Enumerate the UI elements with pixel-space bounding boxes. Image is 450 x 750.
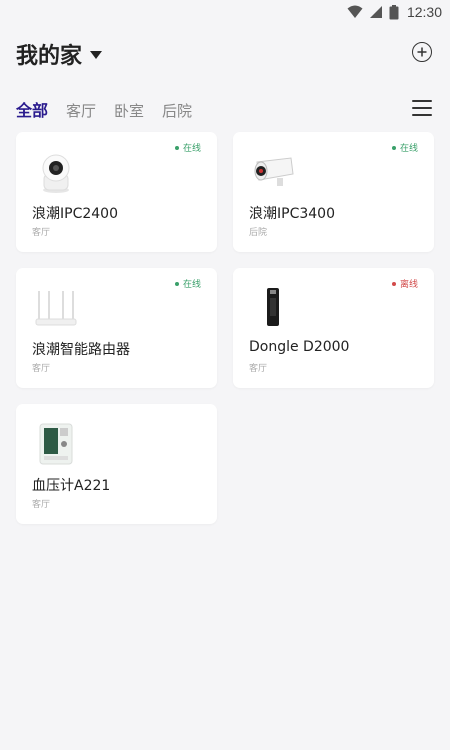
menu-icon[interactable]: [412, 100, 432, 116]
blood-pressure-monitor-icon: [34, 422, 78, 466]
status-badge: 在线: [174, 141, 201, 154]
add-device-button[interactable]: [412, 42, 432, 62]
status-badge: 在线: [174, 277, 201, 290]
device-grid: 在线 浪潮IPC2400 客厅 在线 浪潮IPC3400 后院 在线 浪潮智能路…: [16, 132, 434, 524]
tab-living-room[interactable]: 客厅: [66, 100, 96, 122]
page-title: 我的家: [16, 44, 83, 69]
tab-backyard[interactable]: 后院: [162, 100, 192, 122]
dongle-icon: [251, 286, 295, 330]
router-icon: [34, 286, 78, 330]
device-room: 客厅: [32, 500, 51, 510]
tab-all[interactable]: 全部: [16, 100, 48, 122]
bullet-camera-icon: [251, 150, 295, 194]
device-card[interactable]: 血压计A221 客厅: [16, 404, 217, 524]
device-name: Dongle D2000: [249, 339, 350, 355]
device-card[interactable]: 在线 浪潮IPC2400 客厅: [16, 132, 217, 252]
cellular-signal-icon: [369, 5, 383, 19]
wifi-icon: [347, 5, 363, 19]
device-card[interactable]: 在线 浪潮智能路由器 客厅: [16, 268, 217, 388]
dome-camera-icon: [34, 150, 78, 194]
status-badge: 离线: [391, 277, 418, 290]
device-room: 客厅: [32, 364, 51, 374]
status-bar: 12:30: [0, 0, 450, 24]
device-room: 客厅: [32, 228, 51, 238]
battery-icon: [389, 4, 399, 20]
device-card[interactable]: 在线 浪潮IPC3400 后院: [233, 132, 434, 252]
tab-bedroom[interactable]: 卧室: [114, 100, 144, 122]
device-name: 浪潮IPC3400: [249, 206, 335, 222]
device-name: 浪潮IPC2400: [32, 206, 118, 222]
device-room: 客厅: [249, 364, 268, 374]
device-name: 浪潮智能路由器: [32, 342, 130, 358]
device-card[interactable]: 离线 Dongle D2000 客厅: [233, 268, 434, 388]
device-name: 血压计A221: [32, 478, 111, 494]
plus-icon: [417, 47, 427, 57]
caret-down-icon: [90, 51, 103, 59]
status-badge: 在线: [391, 141, 418, 154]
device-room: 后院: [249, 228, 268, 238]
status-time: 12:30: [406, 4, 442, 20]
home-selector[interactable]: 我的家: [16, 38, 103, 70]
room-tabs: 全部 客厅 卧室 后院: [16, 96, 192, 122]
header: 我的家: [0, 34, 450, 74]
